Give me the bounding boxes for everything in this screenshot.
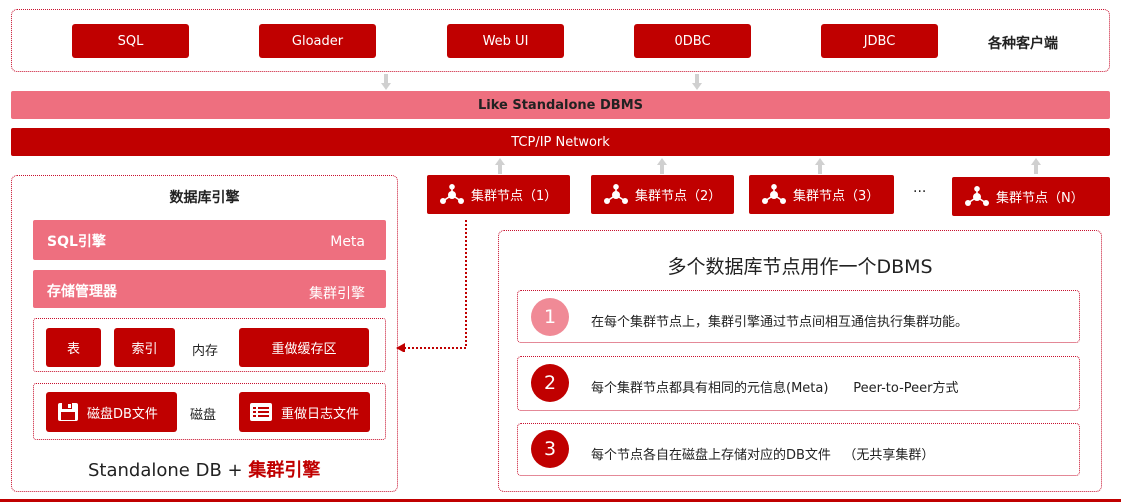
- client-odbc-button[interactable]: 0DBC: [634, 24, 751, 58]
- arrow-down-icon: [692, 74, 702, 90]
- client-webui-button[interactable]: Web UI: [447, 24, 564, 58]
- disk-db-file-box: 磁盘DB文件: [46, 392, 177, 432]
- cluster-node-label: 集群节点（1）: [471, 189, 558, 204]
- point-text-1: 在每个集群节点上，集群引擎通过节点间相互通信执行集群功能。: [591, 315, 969, 330]
- engine-footer-highlight: 集群引擎: [248, 460, 321, 481]
- point-number-2: 2: [531, 364, 569, 402]
- cluster-node-1[interactable]: 集群节点（1）: [427, 175, 570, 214]
- summary-title: 多个数据库节点用作一个DBMS: [667, 256, 933, 278]
- cluster-node-2[interactable]: 集群节点（2）: [591, 175, 734, 214]
- network-node-icon: [965, 185, 989, 206]
- storage-manager-bar: 存储管理器 集群引擎: [33, 270, 386, 308]
- point-number-3: 3: [531, 430, 569, 468]
- memory-label: 内存: [192, 344, 219, 359]
- clients-label: 各种客户端: [988, 36, 1058, 52]
- meta-label: Meta: [330, 234, 365, 250]
- cluster-engine-label: 集群引擎: [309, 286, 365, 302]
- disk-label: 磁盘: [190, 408, 217, 423]
- arrow-up-icon: [1031, 158, 1041, 174]
- table-box: 表: [46, 328, 101, 367]
- like-standalone-bar: Like Standalone DBMS: [11, 91, 1110, 119]
- point-text-3: 每个节点各自在磁盘上存储对应的DB文件 （无共享集群）: [591, 448, 935, 463]
- connector-arrow: [396, 220, 467, 352]
- list-icon: [250, 403, 272, 421]
- engine-footer-prefix: Standalone DB +: [88, 460, 243, 481]
- sql-engine-label: SQL引擎: [47, 234, 106, 250]
- arrow-up-icon: [815, 158, 825, 174]
- cluster-node-n[interactable]: 集群节点（N）: [952, 177, 1110, 216]
- sql-engine-bar: SQL引擎 Meta: [33, 220, 386, 260]
- engine-title: 数据库引擎: [169, 190, 240, 206]
- like-standalone-label: Like Standalone DBMS: [477, 97, 644, 113]
- network-node-icon: [604, 183, 628, 204]
- save-icon: [58, 403, 78, 421]
- client-jdbc-button[interactable]: JDBC: [821, 24, 938, 58]
- redo-buffer-box: 重做缓存区: [239, 328, 369, 367]
- redo-log-box: 重做日志文件: [239, 392, 370, 432]
- arrow-up-icon: [495, 158, 505, 174]
- client-gloader-button[interactable]: Gloader: [259, 24, 376, 58]
- cluster-node-label: 集群节点（N）: [996, 191, 1084, 206]
- redo-log-label: 重做日志文件: [281, 406, 360, 422]
- point-number-1: 1: [531, 298, 569, 336]
- cluster-node-3[interactable]: 集群节点（3）: [749, 175, 894, 214]
- cluster-node-label: 集群节点（2）: [635, 189, 722, 204]
- network-node-icon: [762, 183, 786, 204]
- bottom-rule: [0, 499, 1121, 502]
- network-node-icon: [440, 183, 464, 204]
- arrow-up-icon: [657, 158, 667, 174]
- cluster-node-label: 集群节点（3）: [793, 189, 880, 204]
- storage-manager-label: 存储管理器: [47, 284, 117, 300]
- arrow-down-icon: [381, 74, 391, 90]
- index-box: 索引: [114, 328, 175, 367]
- disk-db-file-label: 磁盘DB文件: [87, 406, 158, 422]
- engine-footer: Standalone DB + 集群引擎: [88, 456, 320, 482]
- point-text-2: 每个集群节点都具有相同的元信息(Meta) Peer-to-Peer方式: [591, 381, 959, 396]
- client-sql-button[interactable]: SQL: [72, 24, 189, 58]
- network-label: TCP/IP Network: [511, 134, 610, 150]
- network-bar: TCP/IP Network: [11, 128, 1110, 156]
- nodes-ellipsis: ···: [913, 184, 927, 200]
